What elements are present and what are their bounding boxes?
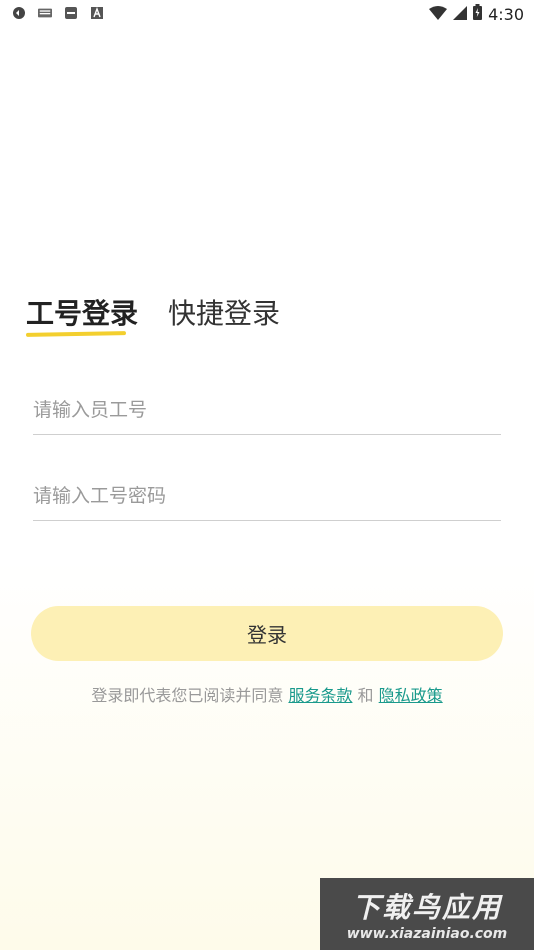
keyboard-icon	[38, 6, 52, 20]
wifi-icon	[429, 5, 448, 24]
signal-icon	[453, 5, 468, 24]
tab-employee-login[interactable]: 工号登录	[25, 296, 139, 337]
status-time: 4:30	[488, 4, 524, 24]
tab-quick-login[interactable]: 快捷登录	[168, 296, 280, 332]
password-field-wrapper	[33, 472, 501, 521]
status-right-icons: 4:30	[429, 4, 524, 24]
employee-id-field-wrapper	[33, 386, 501, 435]
status-left-icons	[12, 6, 104, 20]
active-tab-indicator	[25, 331, 127, 337]
status-bar: 4:30	[0, 0, 534, 28]
font-a-icon	[90, 6, 104, 20]
watermark-logo: 下载鸟应用 www.xiazainiao.com	[320, 878, 534, 950]
tab-quick-login-label: 快捷登录	[168, 297, 281, 330]
watermark-url: www.xiazainiao.com	[346, 926, 508, 942]
login-button[interactable]: 登录	[31, 606, 503, 661]
agreement-prefix: 登录即代表您已阅读并同意	[91, 686, 284, 705]
sd-card-icon	[64, 6, 78, 20]
agreement-text: 登录即代表您已阅读并同意 服务条款 和 隐私政策	[0, 682, 534, 706]
privacy-policy-link[interactable]: 隐私政策	[379, 686, 443, 705]
employee-id-input[interactable]	[33, 386, 501, 434]
login-tabs: 工号登录 快捷登录	[25, 296, 280, 337]
agreement-conjunction: 和	[357, 686, 374, 705]
sync-icon	[12, 6, 26, 20]
tab-employee-login-label: 工号登录	[26, 297, 139, 330]
terms-of-service-link[interactable]: 服务条款	[288, 686, 352, 705]
password-input[interactable]	[33, 472, 501, 520]
watermark-title: 下载鸟应用	[351, 891, 502, 924]
battery-icon	[473, 4, 483, 24]
